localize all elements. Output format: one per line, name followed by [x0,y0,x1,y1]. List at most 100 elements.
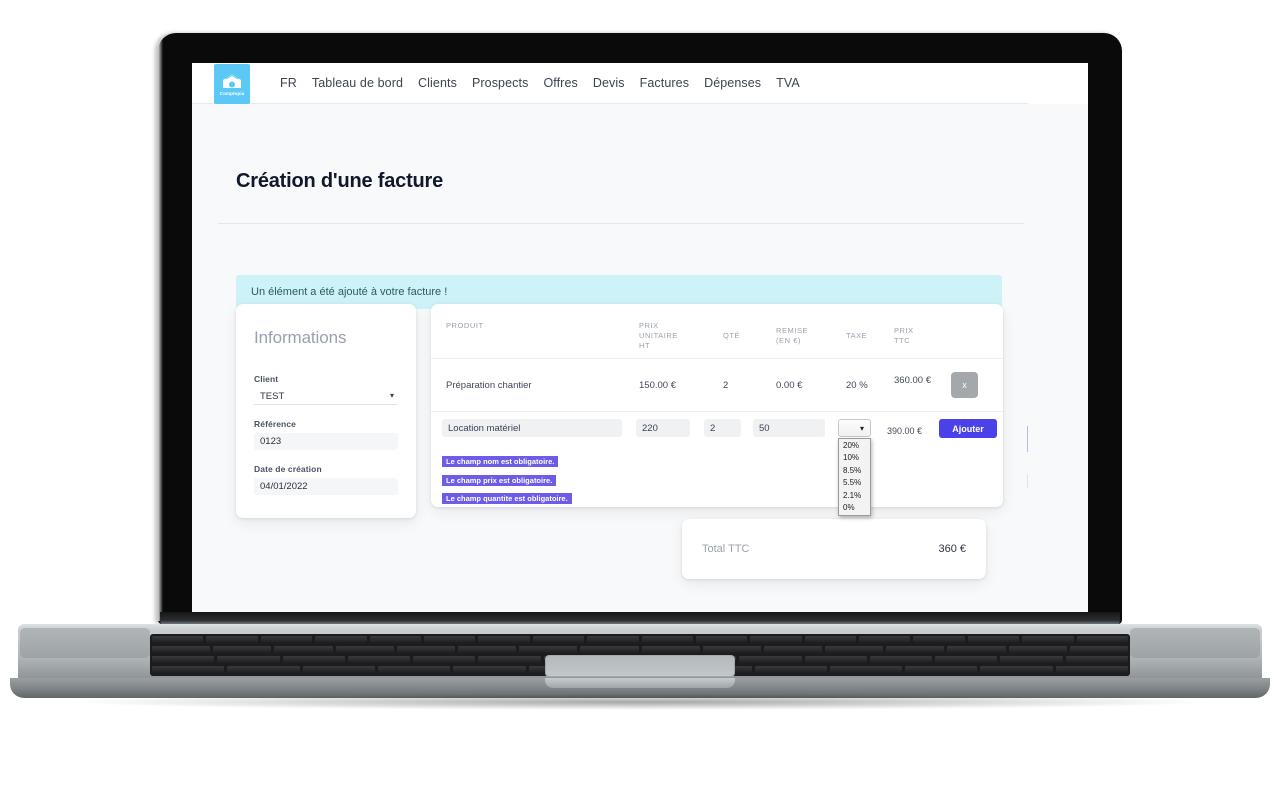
total-card: Total TTC 360 € [682,519,986,579]
field-client: Client TEST ▾ [254,374,398,405]
alert-message: Un élément a été ajouté à votre facture … [251,286,448,298]
taxe-option-0[interactable]: 20% [839,440,870,452]
keyboard-key [804,656,867,664]
col-header-produit: PRODUIT [446,321,484,330]
keyboard-row [150,646,1130,654]
produit-input[interactable] [442,419,622,437]
keyboard-key [152,636,204,644]
laptop-base-right-panel [1130,628,1260,658]
client-select[interactable]: TEST ▾ [254,388,398,405]
informations-card: Informations Client TEST ▾ Référence 012… [236,304,416,518]
keyboard-key [152,656,215,664]
keyboard-key [913,636,965,644]
nav-item-tva[interactable]: TVA [776,76,800,90]
keyboard-key [935,656,998,664]
nav-item-devis[interactable]: Devis [593,76,625,90]
nav-item-fr[interactable]: FR [280,76,297,90]
keyboard-key [1000,656,1063,664]
cell-prix-ttc: 360.00 € [894,375,931,386]
keyboard-key [702,646,761,654]
taxe-option-3[interactable]: 5.5% [839,477,870,489]
prix-input[interactable] [636,419,690,437]
table-row: Préparation chantier 150.00 € 2 0.00 € 2… [431,359,1003,412]
cell-qte: 2 [723,380,729,391]
keyboard-key [825,646,884,654]
field-date-creation: Date de création 04/01/2022 [254,464,398,495]
keyboard-key [641,646,700,654]
chevron-down-icon: ▾ [859,424,864,433]
keyboard-key [695,636,748,644]
cell-remise: 0.00 € [776,380,803,391]
title-divider [218,223,1024,224]
error-line: Le champ nom est obligatoire. [442,451,572,470]
page-content: Création d'une facture Un élément a été … [192,104,1088,612]
nav-item-clients[interactable]: Clients [418,76,457,90]
keyboard-key [967,636,1020,644]
qte-input[interactable] [704,419,741,437]
keyboard-key [227,666,300,674]
reference-input[interactable]: 0123 [254,433,398,450]
keyboard-key [457,646,517,654]
taxe-option-4[interactable]: 2.1% [839,490,870,502]
keyboard-key [763,646,823,654]
brand-logo[interactable]: Comptopia [214,64,250,104]
nav-item-tableau-de-bord[interactable]: Tableau de bord [312,76,403,90]
keyboard-key [152,666,225,674]
keyboard-key [1055,666,1129,674]
page-title: Création d'une facture [236,170,444,192]
cell-produit: Préparation chantier [446,380,532,391]
remise-input[interactable] [753,419,825,437]
keyboard-key [754,666,827,674]
col-header-remise-line1: REMISE [776,326,809,335]
laptop-trackpad [545,655,735,677]
keyboard-key [886,646,945,654]
app-page: Comptopia FR Tableau de bord Clients Pro… [192,63,1088,612]
keyboard-key [1069,646,1128,654]
nav-item-prospects[interactable]: Prospects [472,76,528,90]
taxe-option-1[interactable]: 10% [839,452,870,464]
col-header-prix-line1: PRIX [639,321,659,330]
keyboard-key [869,656,933,664]
taxe-option-5[interactable]: 0% [839,502,870,514]
taxe-select[interactable]: ▾ [838,419,871,437]
add-product-form: ▾ 20% 10% 8.5% 5.5% 2.1% 0% 390.0 [431,412,1003,517]
keyboard-key [274,646,333,654]
error-message: Le champ quantite est obligatoire. [442,493,572,504]
col-header-taxe: TAXE [846,331,868,340]
add-button[interactable]: Ajouter [939,419,997,438]
col-header-ttc-line2: TTC [894,336,911,345]
products-card: PRODUIT PRIX UNITAIRE HT QTÉ REMISE (EN … [431,304,1003,517]
keyboard-key [1022,636,1074,644]
keyboard-key [829,666,903,674]
keyboard-key [377,666,451,674]
validation-errors: Le champ nom est obligatoire. Le champ p… [442,451,572,507]
keyboard-key [804,636,857,644]
nav-item-depenses[interactable]: Dépenses [704,76,761,90]
keyboard-key [519,646,578,654]
scrollbar-thumb[interactable] [1027,426,1028,452]
keyboard-key [478,636,530,644]
date-creation-input[interactable]: 04/01/2022 [254,478,398,495]
keyboard-key [302,666,375,674]
nav-item-factures[interactable]: Factures [640,76,689,90]
nav-item-offres[interactable]: Offres [543,76,577,90]
delete-row-button[interactable]: x [951,372,978,398]
nav-links: FR Tableau de bord Clients Prospects Off… [280,76,800,90]
taxe-option-2[interactable]: 8.5% [839,465,870,477]
form-prix-ttc: 390.00 € [887,426,923,436]
top-navbar: Comptopia FR Tableau de bord Clients Pro… [192,63,1028,104]
wallet-icon [222,73,242,88]
field-reference-label: Référence [254,419,297,429]
keyboard-key [580,646,639,654]
taxe-select-wrapper: ▾ 20% 10% 8.5% 5.5% 2.1% 0% [838,419,871,517]
error-line: Le champ quantite est obligatoire. [442,488,572,507]
date-creation-value: 04/01/2022 [260,481,308,492]
keyboard-key [152,646,211,654]
keyboard-key [453,666,526,674]
keyboard-key [282,656,345,664]
taxe-select-options: 20% 10% 8.5% 5.5% 2.1% 0% [838,438,871,517]
screen-viewport: Comptopia FR Tableau de bord Clients Pro… [192,63,1088,612]
keyboard-row [150,636,1130,644]
keyboard-key [369,636,421,644]
keyboard-key [423,636,476,644]
